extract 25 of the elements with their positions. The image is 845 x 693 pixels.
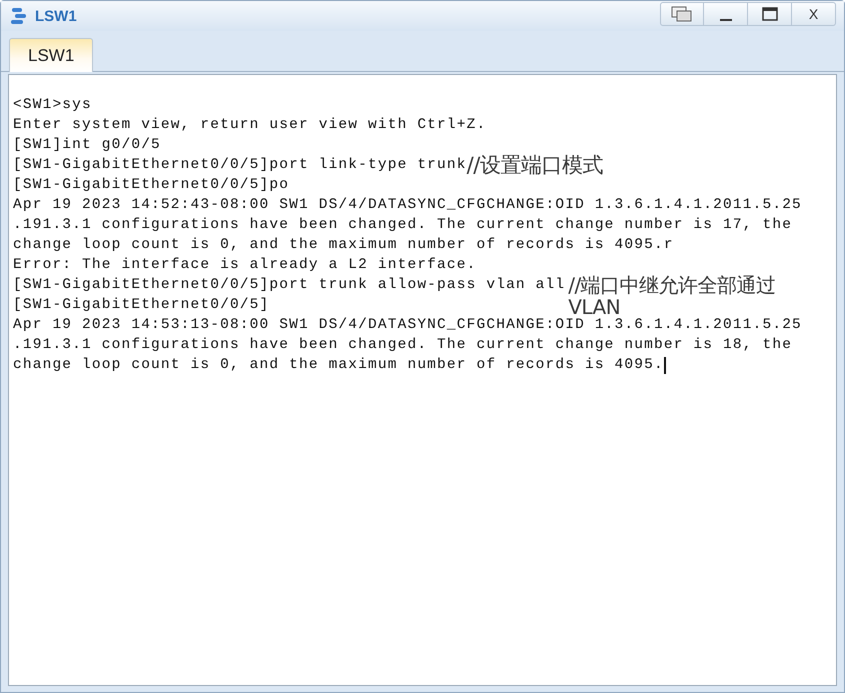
- terminal-line: [SW1-GigabitEthernet0/0/5]port trunk allow-pass vlan all: [13, 276, 566, 294]
- maximize-button[interactable]: [748, 2, 792, 26]
- terminal-line: <SW1>sys: [13, 96, 92, 114]
- terminal-line: [SW1]int g0/0/5: [13, 136, 161, 154]
- window-title: LSW1: [35, 8, 77, 24]
- terminal-line: Apr 19 2023 14:52:43-08:00 SW1 DS/4/DATASYNC_CFGCHANGE:OID 1.3.6.1.4.1.2011.5.25: [13, 196, 802, 214]
- minimize-icon: [720, 19, 732, 21]
- terminal-line: [SW1-GigabitEthernet0/0/5]port link-type trunk: [13, 157, 467, 173]
- restore-button[interactable]: [660, 2, 704, 26]
- terminal-line: change loop count is 0, and the maximum number of records is 4095.r: [13, 236, 674, 254]
- close-button[interactable]: X: [792, 2, 836, 26]
- maximize-icon: [762, 7, 778, 21]
- windows-icon: [671, 6, 693, 22]
- terminal-line: .191.3.1 configurations have been changed. The current change number is 18, the: [13, 336, 792, 354]
- annotation-text: //端口中继允许全部通过VLAN: [568, 274, 776, 318]
- terminal-line: Error: The interface is already a L2 interface.: [13, 256, 476, 274]
- tab[interactable]: LSW1: [9, 38, 94, 72]
- terminal-line: Enter system view, return user view with Ctrl+Z.: [13, 116, 486, 134]
- terminal-line: [SW1-GigabitEthernet0/0/5]: [13, 296, 270, 314]
- terminal-line: change loop count is 0, and the maximum number of records is 4095.: [13, 356, 664, 374]
- annotation-text: //设置端口模式: [466, 152, 603, 178]
- terminal-line: .191.3.1 configurations have been changed. The current change number is 17, the: [13, 216, 792, 234]
- minimize-button[interactable]: [704, 2, 748, 26]
- terminal-line: Apr 19 2023 14:53:13-08:00 SW1 DS/4/DATASYNC_CFGCHANGE:OID 1.3.6.1.4.1.2011.5.25: [13, 316, 802, 334]
- terminal-line: [SW1-GigabitEthernet0/0/5]po: [13, 176, 290, 194]
